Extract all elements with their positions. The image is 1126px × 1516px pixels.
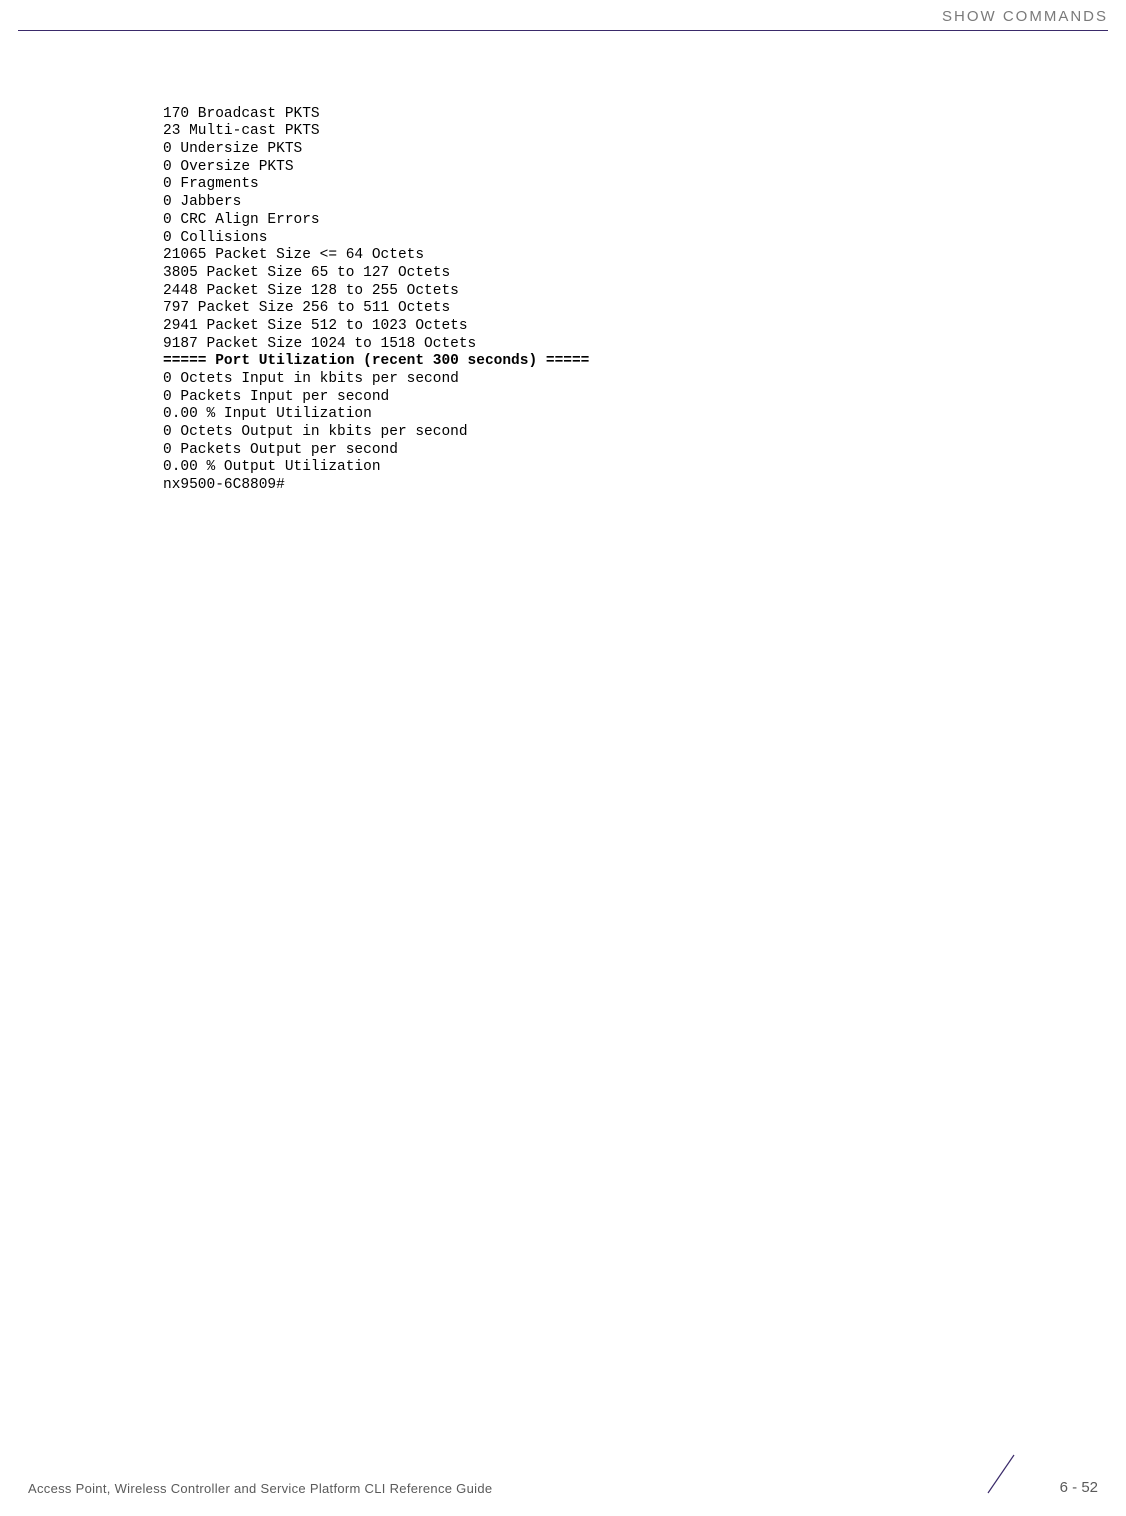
cli-line: 0 Undersize PKTS xyxy=(163,141,302,157)
cli-line: 0 Octets Input in kbits per second xyxy=(163,371,459,387)
cli-line: 2448 Packet Size 128 to 255 Octets xyxy=(163,283,459,299)
page-footer: Access Point, Wireless Controller and Se… xyxy=(0,1456,1126,1516)
cli-line: 23 Multi-cast PKTS xyxy=(163,123,320,139)
cli-line: 0 CRC Align Errors xyxy=(163,212,320,228)
slash-icon xyxy=(976,1449,1026,1504)
cli-line: 0.00 % Output Utilization xyxy=(163,459,381,475)
cli-line: 0 Oversize PKTS xyxy=(163,159,294,175)
cli-line: 2941 Packet Size 512 to 1023 Octets xyxy=(163,318,468,334)
page-number: 6 - 52 xyxy=(1060,1479,1098,1496)
header-rule xyxy=(18,30,1108,31)
page-header: SHOW COMMANDS xyxy=(0,0,1126,30)
cli-line: 0 Collisions xyxy=(163,230,267,246)
cli-line: 170 Broadcast PKTS xyxy=(163,106,320,122)
cli-line: 0.00 % Input Utilization xyxy=(163,406,372,422)
cli-section-header: ===== Port Utilization (recent 300 secon… xyxy=(163,353,589,369)
cli-line: 0 Fragments xyxy=(163,176,259,192)
cli-output: 170 Broadcast PKTS 23 Multi-cast PKTS 0 … xyxy=(163,88,589,495)
cli-line: nx9500-6C8809# xyxy=(163,477,285,493)
cli-line: 0 Packets Input per second xyxy=(163,389,389,405)
cli-line: 3805 Packet Size 65 to 127 Octets xyxy=(163,265,450,281)
cli-line: 9187 Packet Size 1024 to 1518 Octets xyxy=(163,336,476,352)
header-title: SHOW COMMANDS xyxy=(942,8,1108,25)
cli-line: 0 Packets Output per second xyxy=(163,442,398,458)
cli-line: 0 Octets Output in kbits per second xyxy=(163,424,468,440)
cli-line: 797 Packet Size 256 to 511 Octets xyxy=(163,300,450,316)
cli-line: 0 Jabbers xyxy=(163,194,241,210)
cli-line: 21065 Packet Size <= 64 Octets xyxy=(163,247,424,263)
footer-text: Access Point, Wireless Controller and Se… xyxy=(28,1481,492,1496)
